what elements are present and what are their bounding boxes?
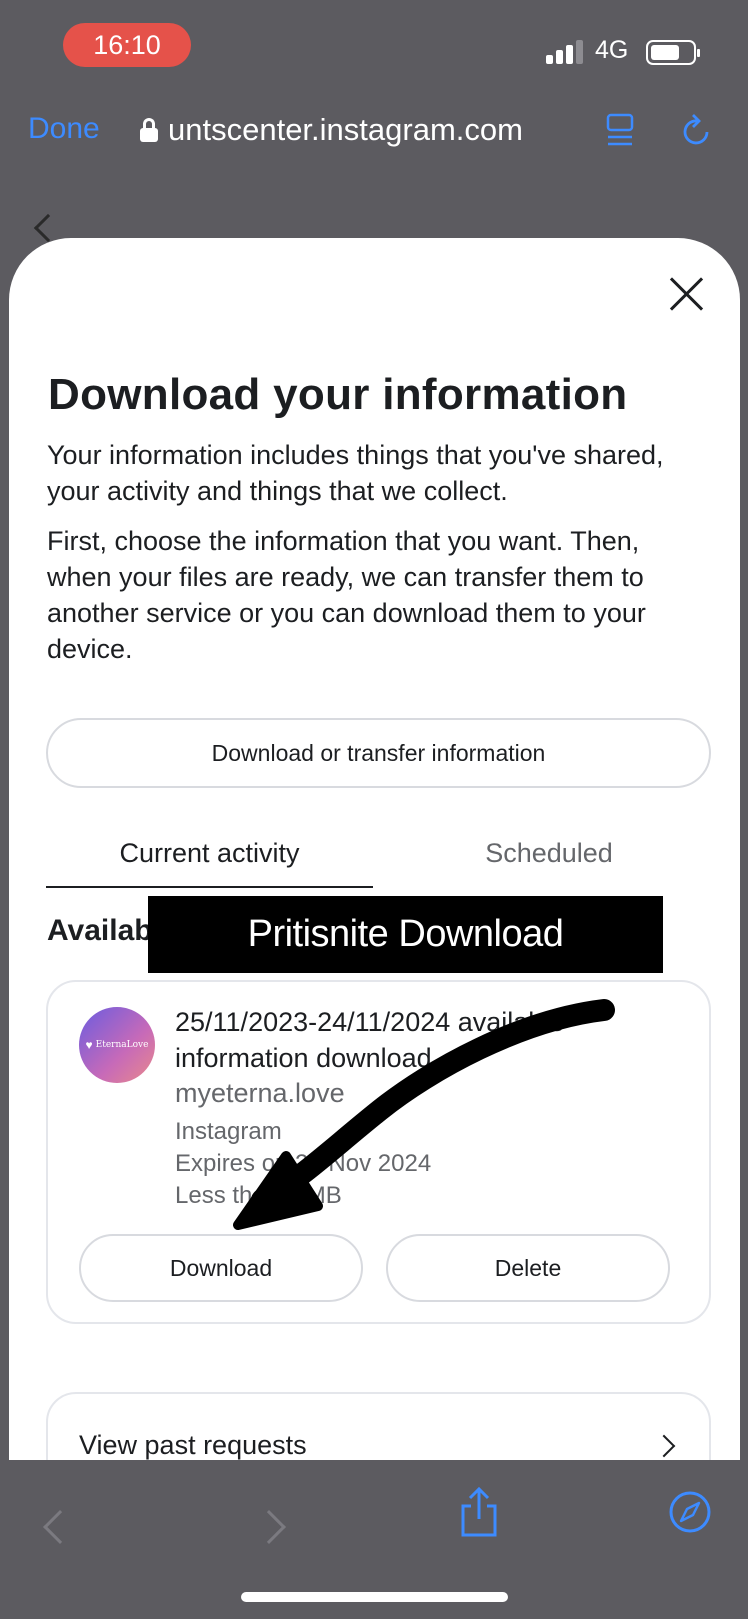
background-page bbox=[0, 176, 748, 243]
section-heading: Availab bbox=[47, 914, 153, 947]
request-card: ♥ EternaLove 25/11/2023-24/11/2024 avail… bbox=[46, 980, 711, 1324]
past-requests-label: View past requests bbox=[79, 1430, 307, 1460]
status-bar: 16:10 4G bbox=[0, 0, 748, 92]
request-size: Less than 1 MB bbox=[175, 1182, 342, 1209]
download-button[interactable]: Download bbox=[79, 1234, 363, 1302]
request-expiry: Expires on 28 Nov 2024 bbox=[175, 1150, 432, 1177]
compass-icon[interactable] bbox=[668, 1490, 712, 1534]
address-bar[interactable]: untscenter.instagram.com bbox=[140, 112, 523, 148]
active-tab-indicator bbox=[46, 886, 373, 888]
forward-icon[interactable] bbox=[252, 1510, 286, 1544]
request-platform: Instagram bbox=[175, 1118, 282, 1145]
page-title: Download your information bbox=[48, 370, 628, 419]
view-past-requests-row[interactable]: View past requests bbox=[46, 1392, 711, 1460]
avatar-brand: EternaLove bbox=[95, 1040, 149, 1050]
url-text: untscenter.instagram.com bbox=[168, 112, 523, 147]
browser-top-bar: Done untscenter.instagram.com bbox=[0, 92, 748, 176]
intro-paragraph: Your information includes things that yo… bbox=[47, 440, 664, 506]
done-button[interactable]: Done bbox=[28, 112, 100, 146]
status-time: 16:10 bbox=[63, 23, 191, 67]
back-chevron-icon bbox=[33, 213, 63, 243]
network-type: 4G bbox=[595, 36, 629, 64]
instruction-banner: Pritisnite Download bbox=[148, 896, 663, 973]
request-site: myeterna.love bbox=[175, 1078, 345, 1108]
download-information-sheet: Download your information Your informati… bbox=[9, 238, 740, 1460]
lock-icon bbox=[140, 118, 158, 142]
cellular-signal-icon bbox=[546, 40, 586, 64]
avatar: ♥ EternaLove bbox=[79, 1007, 155, 1083]
instructions-paragraph: First, choose the information that you w… bbox=[47, 526, 646, 664]
tab-current-activity[interactable]: Current activity bbox=[46, 838, 373, 884]
heart-icon: ♥ bbox=[85, 1038, 93, 1052]
download-or-transfer-button[interactable]: Download or transfer information bbox=[46, 718, 711, 788]
delete-button[interactable]: Delete bbox=[386, 1234, 670, 1302]
browser-bottom-bar bbox=[0, 1460, 748, 1619]
reader-mode-icon[interactable] bbox=[606, 112, 636, 148]
request-title: 25/11/2023-24/11/2024 available informat… bbox=[175, 1007, 565, 1073]
home-indicator bbox=[241, 1592, 508, 1602]
close-icon[interactable] bbox=[667, 274, 707, 314]
share-icon[interactable] bbox=[458, 1486, 500, 1538]
chevron-right-icon bbox=[652, 1434, 676, 1458]
back-icon[interactable] bbox=[43, 1510, 77, 1544]
reload-icon[interactable] bbox=[680, 112, 714, 148]
battery-icon bbox=[646, 40, 700, 65]
tab-scheduled[interactable]: Scheduled bbox=[389, 838, 709, 884]
